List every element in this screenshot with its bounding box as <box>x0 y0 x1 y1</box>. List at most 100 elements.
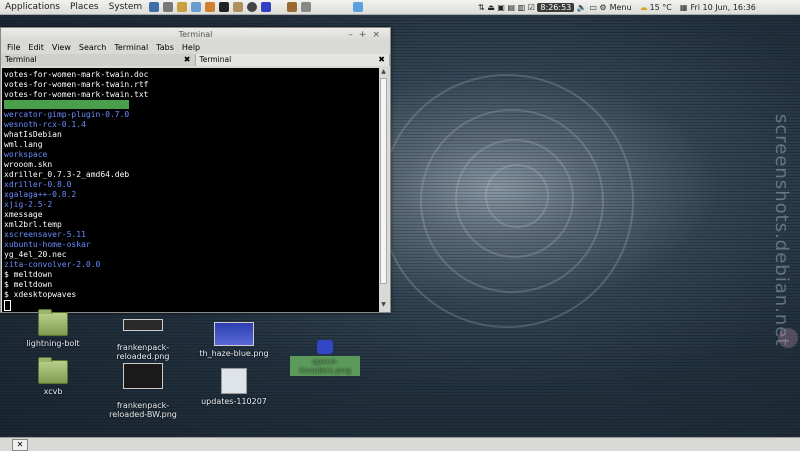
tab-terminal-1[interactable]: Terminal ✖ <box>1 54 196 66</box>
image-icon <box>214 322 254 346</box>
show-desktop-button[interactable]: ✕ <box>12 439 28 451</box>
desktop-icon-space-invaders[interactable]: space-invaders.png <box>290 340 360 376</box>
home-launcher-icon[interactable] <box>163 2 174 12</box>
menu-view[interactable]: View <box>48 42 75 54</box>
terminal-line: $ xdesktopwaves <box>4 290 77 299</box>
image-icon <box>123 319 163 331</box>
panel-menu-label[interactable]: Menu <box>610 3 632 12</box>
terminal-line: wercator-gimp-plugin-0.7.0 <box>4 110 130 119</box>
terminal-line: whatIsDebian <box>4 130 62 139</box>
terminal-line: votes-for-women-mark-twain.txt <box>4 90 149 99</box>
image-icon <box>123 363 163 389</box>
text-file-icon <box>221 368 247 394</box>
download-launcher-icon[interactable] <box>287 2 298 12</box>
terminal-line: xml2brl.temp <box>4 220 62 229</box>
desktop-icon-label: updates-110207 <box>201 397 267 406</box>
menu-terminal[interactable]: Terminal <box>110 42 152 54</box>
terminal-titlebar[interactable]: Terminal –+× <box>1 28 390 42</box>
scroll-down-icon[interactable]: ▼ <box>379 301 388 310</box>
minimize-icon[interactable]: – <box>348 30 359 40</box>
close-tab-icon[interactable]: ✖ <box>378 54 385 66</box>
scroll-up-icon[interactable]: ▲ <box>379 68 388 77</box>
menu-tabs[interactable]: Tabs <box>152 42 178 54</box>
terminal-output[interactable]: votes-for-women-mark-twain.doc votes-for-… <box>2 68 379 312</box>
terminal-line: wrooom.skn <box>4 160 53 169</box>
terminal-tabbar: Terminal ✖ Terminal ✖ <box>1 54 390 66</box>
terminal-line: votes-for-women-mark-twain.doc <box>4 70 149 79</box>
invader-launcher-icon[interactable] <box>261 2 272 12</box>
invader-icon <box>317 340 333 354</box>
bottom-panel: ✕ <box>0 437 800 451</box>
date-time-label[interactable]: Fri 10 Jun, 16:36 <box>690 3 755 12</box>
folder-icon <box>38 309 68 336</box>
desktop-icon-updates-110207[interactable]: updates-110207 <box>196 368 272 406</box>
tab-label: Terminal <box>199 55 232 64</box>
terminal-menubar: File Edit View Search Terminal Tabs Help <box>1 42 390 54</box>
desktop-icon-xcvb[interactable]: xcvb <box>18 357 88 396</box>
battery-icon[interactable]: ▭ <box>589 3 597 12</box>
menu-help[interactable]: Help <box>178 42 204 54</box>
volume-icon[interactable]: 🔈 <box>577 3 587 12</box>
desktop-icon-th-haze-blue[interactable]: th_haze-blue.png <box>194 322 274 358</box>
network-icon[interactable]: ⇅ <box>478 3 485 12</box>
terminal-line: xubuntu-home-oskar <box>4 240 91 249</box>
tray-check-icon[interactable]: ☑ <box>528 3 535 12</box>
terminal-line: xscreensaver-5.11 <box>4 230 86 239</box>
disc-launcher-icon[interactable] <box>247 2 258 12</box>
terminal-line: xdriller_0.7.3-2_amd64.deb <box>4 170 130 179</box>
tray-app-icon[interactable]: ▣ <box>497 3 505 12</box>
window-title: Terminal <box>178 30 213 39</box>
menu-edit[interactable]: Edit <box>24 42 48 54</box>
eject-icon[interactable]: ⏏ <box>487 3 495 12</box>
terminal-line: wercator-gimp-plugin-0.7.0 <box>2 100 379 110</box>
desktop-icon-label: frankenpack- reloaded-BW.png <box>109 401 177 419</box>
desktop-icon-label: space-invaders.png <box>290 356 360 376</box>
terminal-scrollbar[interactable]: ▲ ▼ <box>379 68 388 310</box>
system-menu[interactable]: System <box>104 2 148 12</box>
menu-file[interactable]: File <box>3 42 24 54</box>
terminal-window[interactable]: Terminal –+× File Edit View Search Termi… <box>0 27 391 313</box>
applications-menu[interactable]: Applications <box>0 2 65 12</box>
music-launcher-icon[interactable] <box>353 2 364 12</box>
menu-search[interactable]: Search <box>75 42 110 54</box>
desktop-icon-label: th_haze-blue.png <box>199 349 269 358</box>
terminal-line: wml.lang <box>4 140 43 149</box>
temperature-label[interactable]: 15 °C <box>650 3 672 12</box>
terminal-line: $ meltdown <box>4 280 53 289</box>
file-manager-launcher-icon[interactable] <box>177 2 188 12</box>
terminal-line: workspace <box>4 150 48 159</box>
window-controls: –+× <box>348 28 386 42</box>
desktop-icon-label: xcvb <box>43 387 63 396</box>
terminal-launcher-icon[interactable] <box>149 2 160 12</box>
console-launcher-icon[interactable] <box>219 2 230 12</box>
editor-launcher-icon[interactable] <box>233 2 244 12</box>
gear-icon[interactable]: ⚙ <box>599 3 606 12</box>
terminal-line: zita-convolver-2.0.0 <box>4 260 101 269</box>
tab-terminal-2[interactable]: Terminal ✖ <box>195 54 390 66</box>
document-launcher-icon[interactable] <box>301 2 312 12</box>
wallpaper-ring <box>485 164 549 228</box>
tab-label: Terminal <box>5 55 37 64</box>
desktop-icon-frankenpack-reloaded-bw[interactable]: frankenpack- reloaded-BW.png <box>103 354 183 428</box>
close-tab-icon[interactable]: ✖ <box>184 54 191 66</box>
corner-disc-icon <box>778 328 798 348</box>
tray-clipboard-icon[interactable]: ▥ <box>518 3 526 12</box>
system-tray: ⇅ ⏏ ▣ ▤ ▥ ☑ 8:26:53 🔈 ▭ ⚙ Menu ☁ 15 °C ▦… <box>478 0 756 14</box>
firefox-launcher-icon[interactable] <box>205 2 216 12</box>
tray-doc-icon[interactable]: ▤ <box>507 3 515 12</box>
places-menu[interactable]: Places <box>65 2 104 12</box>
calendar-icon: ▦ <box>679 2 688 12</box>
scrollbar-thumb[interactable] <box>380 78 387 284</box>
text-cursor <box>4 300 11 311</box>
close-icon[interactable]: × <box>372 30 386 40</box>
terminal-line: wesnoth-rcx-0.1.4 <box>4 120 86 129</box>
terminal-line: $ meltdown <box>4 270 53 279</box>
cursor-line <box>2 300 379 311</box>
maximize-icon[interactable]: + <box>359 30 373 40</box>
desktop-icon-lightning-bolt[interactable]: lightning-bolt <box>18 309 88 348</box>
cpu-clock-display: 8:26:53 <box>537 2 575 12</box>
folder-icon <box>38 357 68 384</box>
terminal-line: xjig-2.5-2 <box>4 200 53 209</box>
image-launcher-icon[interactable] <box>191 2 202 12</box>
desktop-icon-label: lightning-bolt <box>26 339 80 348</box>
